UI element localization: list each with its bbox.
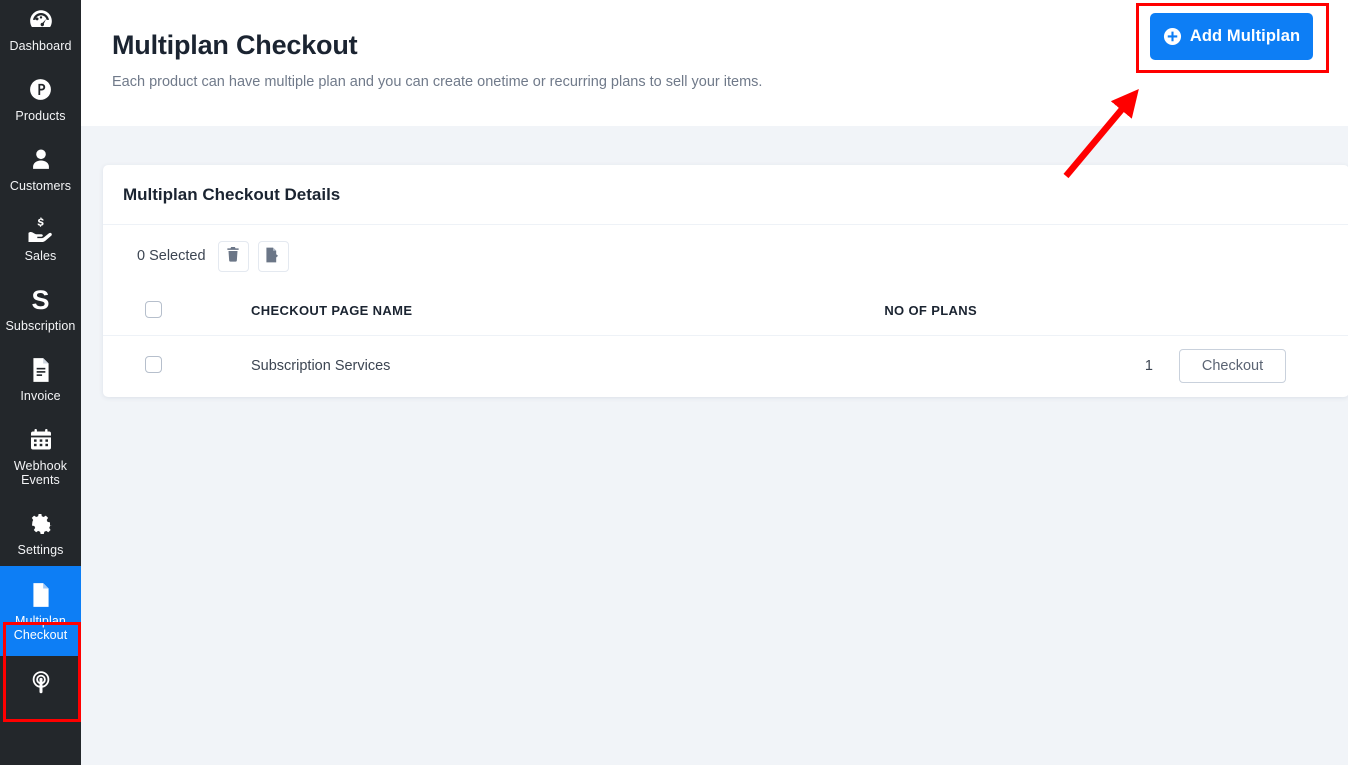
table-head: CHECKOUT PAGE NAME NO OF PLANS xyxy=(103,287,1348,336)
sidebar-item-label: Invoice xyxy=(20,389,61,403)
plus-circle-icon xyxy=(1163,27,1182,46)
sidebar-item-label: Customers xyxy=(9,179,72,193)
add-multiplan-button-label: Add Multiplan xyxy=(1189,27,1301,45)
table-header-checkout-page-name: CHECKOUT PAGE NAME xyxy=(229,287,869,336)
row-action-cell: Checkout xyxy=(1179,335,1348,397)
trash-icon xyxy=(226,247,240,265)
table-body: Subscription Services 1 Checkout xyxy=(103,335,1348,397)
sidebar-item-label: Subscription xyxy=(5,319,76,333)
main-content: Multiplan Checkout Details 0 Selected CH… xyxy=(81,126,1348,765)
sidebar-item-products[interactable]: Products xyxy=(0,62,81,132)
sidebar-item-broadcast[interactable] xyxy=(0,656,81,710)
sidebar-item-label: Settings xyxy=(17,543,64,557)
sidebar-item-label: Sales xyxy=(24,249,57,263)
row-no-of-plans: 1 xyxy=(1144,358,1153,375)
multiplan-table: CHECKOUT PAGE NAME NO OF PLANS Subscript… xyxy=(103,287,1348,397)
table-header-no-of-plans: NO OF PLANS xyxy=(869,287,1179,336)
sidebar-item-customers[interactable]: Customers xyxy=(0,132,81,202)
sidebar-item-label: Products xyxy=(15,109,66,123)
delete-selected-button[interactable] xyxy=(217,240,249,272)
sidebar-item-sales[interactable]: Sales xyxy=(0,202,81,272)
card-header: Multiplan Checkout Details xyxy=(103,165,1348,225)
row-checkbox[interactable] xyxy=(145,355,162,373)
multiplan-details-card: Multiplan Checkout Details 0 Selected CH… xyxy=(103,165,1348,397)
row-select-cell xyxy=(103,335,229,397)
sidebar-item-label: Webhook Events xyxy=(13,459,68,487)
page-header: Multiplan Checkout Each product can have… xyxy=(81,0,1348,126)
subscription-icon: S xyxy=(31,285,50,315)
table-header-select xyxy=(103,287,229,336)
table-row: Subscription Services 1 Checkout xyxy=(103,335,1348,397)
select-all-checkbox[interactable] xyxy=(145,300,162,318)
sidebar-item-multiplan-checkout[interactable]: Multiplan Checkout xyxy=(0,566,81,656)
card-title: Multiplan Checkout Details xyxy=(123,184,341,204)
invoice-icon xyxy=(2,356,79,384)
row-checkout-page-name: Subscription Services xyxy=(251,358,391,375)
multiplan-checkout-icon xyxy=(2,581,79,609)
page-subtitle: Each product can have multiple plan and … xyxy=(112,74,763,90)
settings-gear-icon xyxy=(2,510,79,538)
table-header-action xyxy=(1179,287,1348,336)
selected-count-label: 0 Selected xyxy=(137,248,206,264)
sidebar-item-subscription[interactable]: S Subscription xyxy=(0,272,81,342)
table-toolbar: 0 Selected xyxy=(103,225,1348,287)
export-file-icon xyxy=(265,247,281,266)
sidebar-item-dashboard[interactable]: Dashboard xyxy=(0,0,81,62)
export-button[interactable] xyxy=(257,240,289,272)
customers-icon xyxy=(2,146,79,174)
sidebar-item-webhook-events[interactable]: Webhook Events xyxy=(0,412,81,496)
sidebar-item-label: Dashboard xyxy=(9,39,72,53)
add-multiplan-button[interactable]: Add Multiplan xyxy=(1150,13,1313,60)
webhook-events-icon xyxy=(2,426,79,454)
page-title: Multiplan Checkout xyxy=(112,30,358,60)
products-icon xyxy=(2,76,79,104)
sales-icon xyxy=(2,216,79,244)
sidebar: Dashboard Products Customers Sales S Sub… xyxy=(0,0,81,765)
broadcast-icon xyxy=(2,668,79,696)
sidebar-item-label: Multiplan Checkout xyxy=(13,614,68,642)
sidebar-item-invoice[interactable]: Invoice xyxy=(0,342,81,412)
sidebar-item-settings[interactable]: Settings xyxy=(0,496,81,566)
dashboard-icon xyxy=(2,6,79,34)
checkout-button[interactable]: Checkout xyxy=(1179,349,1286,384)
table-header-row: CHECKOUT PAGE NAME NO OF PLANS xyxy=(103,287,1348,336)
